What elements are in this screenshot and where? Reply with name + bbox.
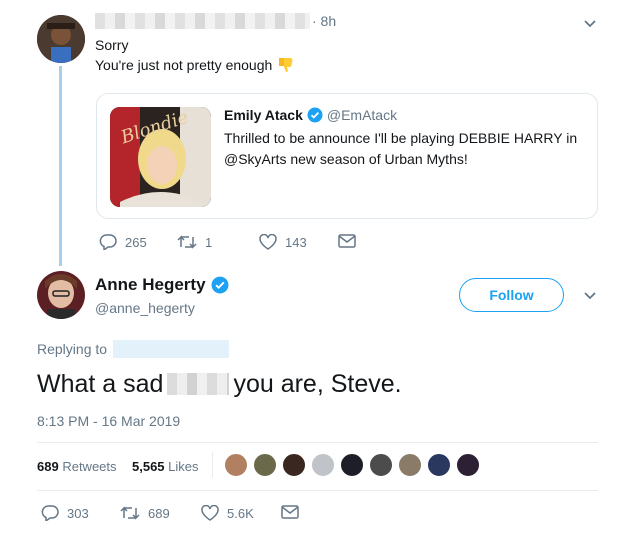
reply-icon [99,234,117,250]
stats-retweets[interactable]: 689 Retweets [37,459,117,474]
reply-text-line1: Sorry [95,37,129,53]
reply-text-line2-wrap: You're just not pretty enough [95,55,295,75]
retweets-count: 689 [37,459,59,474]
replying-to-label: Replying to [37,341,108,357]
quoted-handle[interactable]: @EmAtack [327,107,397,123]
main-action-message[interactable] [281,505,307,519]
quoted-text-line1: Thrilled to be announce I'll be playing … [224,130,578,146]
replying-to-handle-redacted[interactable] [113,340,230,358]
main-author-avatar[interactable] [37,271,85,319]
reply-count: 265 [125,234,147,250]
liker-avatar[interactable] [397,452,423,478]
envelope-icon [281,505,299,519]
liker-avatar[interactable] [281,452,307,478]
main-author-header: Anne Hegerty [95,275,229,295]
main-chevron-down-icon[interactable] [584,292,596,300]
follow-button[interactable]: Follow [459,278,564,312]
reply-action-retweet[interactable]: 1 [177,234,212,250]
stats-divider-bottom [37,490,598,491]
main-like-count: 5.6K [227,505,254,521]
reply-time[interactable]: · 8h [312,13,336,29]
stats-divider-top [37,442,598,443]
liker-avatar[interactable] [252,452,278,478]
reply-action-message[interactable] [338,234,364,248]
main-text-before: What a sad [37,370,164,398]
quoted-text-line2: @SkyArts new season of Urban Myths! [224,151,468,167]
liker-avatar[interactable] [368,452,394,478]
reply-text: Sorry You're just not pretty enough [95,35,295,75]
retweet-count: 1 [205,234,213,250]
retweets-label: Retweets [62,459,117,474]
likes-count: 5,565 [132,459,165,474]
quoted-tweet-header: Emily Atack @EmAtack [224,107,397,123]
likes-label: Likes [168,459,199,474]
heart-icon [259,234,277,250]
reply-action-like[interactable]: 143 [259,234,307,250]
liker-avatar[interactable] [310,452,336,478]
liker-avatar[interactable] [455,452,481,478]
reply-author-avatar[interactable] [37,15,85,63]
main-reply-count: 303 [67,505,89,521]
thread-line [59,66,62,266]
main-tweet-text: What a sad you are, Steve. [37,368,402,400]
reply-action-reply[interactable]: 265 [99,234,147,250]
main-action-like[interactable]: 5.6K [201,505,254,521]
reply-author-name-redacted [95,13,310,29]
quoted-tweet-card[interactable]: Blondie Emily Atack @EmAtack Thrilled to… [96,93,598,219]
main-text-after: you are, Steve. [233,370,402,398]
reply-icon [41,505,59,521]
main-timestamp[interactable]: 8:13 PM - 16 Mar 2019 [37,413,180,429]
main-action-retweet[interactable]: 689 [120,505,170,521]
verified-badge-icon [307,107,323,123]
liker-avatar[interactable] [223,452,249,478]
retweet-icon [177,235,197,249]
stats-separator [212,452,213,478]
quoted-tweet-image[interactable]: Blondie [110,107,211,207]
liker-avatar[interactable] [339,452,365,478]
main-author-name[interactable]: Anne Hegerty [95,275,206,295]
thumbs-down-icon [279,58,293,73]
reply-chevron-down-icon[interactable] [584,20,596,28]
main-action-reply[interactable]: 303 [41,505,89,521]
main-text-redacted-word [167,373,230,395]
verified-badge-icon [211,276,228,294]
like-count: 143 [285,234,307,250]
main-retweet-count: 689 [148,505,170,521]
reply-text-line2: You're just not pretty enough [95,57,273,73]
liker-avatar[interactable] [426,452,452,478]
quoted-author-name[interactable]: Emily Atack [224,107,303,123]
envelope-icon [338,234,356,248]
main-author-handle[interactable]: @anne_hegerty [95,300,195,316]
retweet-icon [120,506,140,520]
replying-to: Replying to [37,340,230,358]
stats-likes[interactable]: 5,565 Likes [132,459,199,474]
heart-icon [201,505,219,521]
quoted-tweet-text: Thrilled to be announce I'll be playing … [224,128,577,170]
